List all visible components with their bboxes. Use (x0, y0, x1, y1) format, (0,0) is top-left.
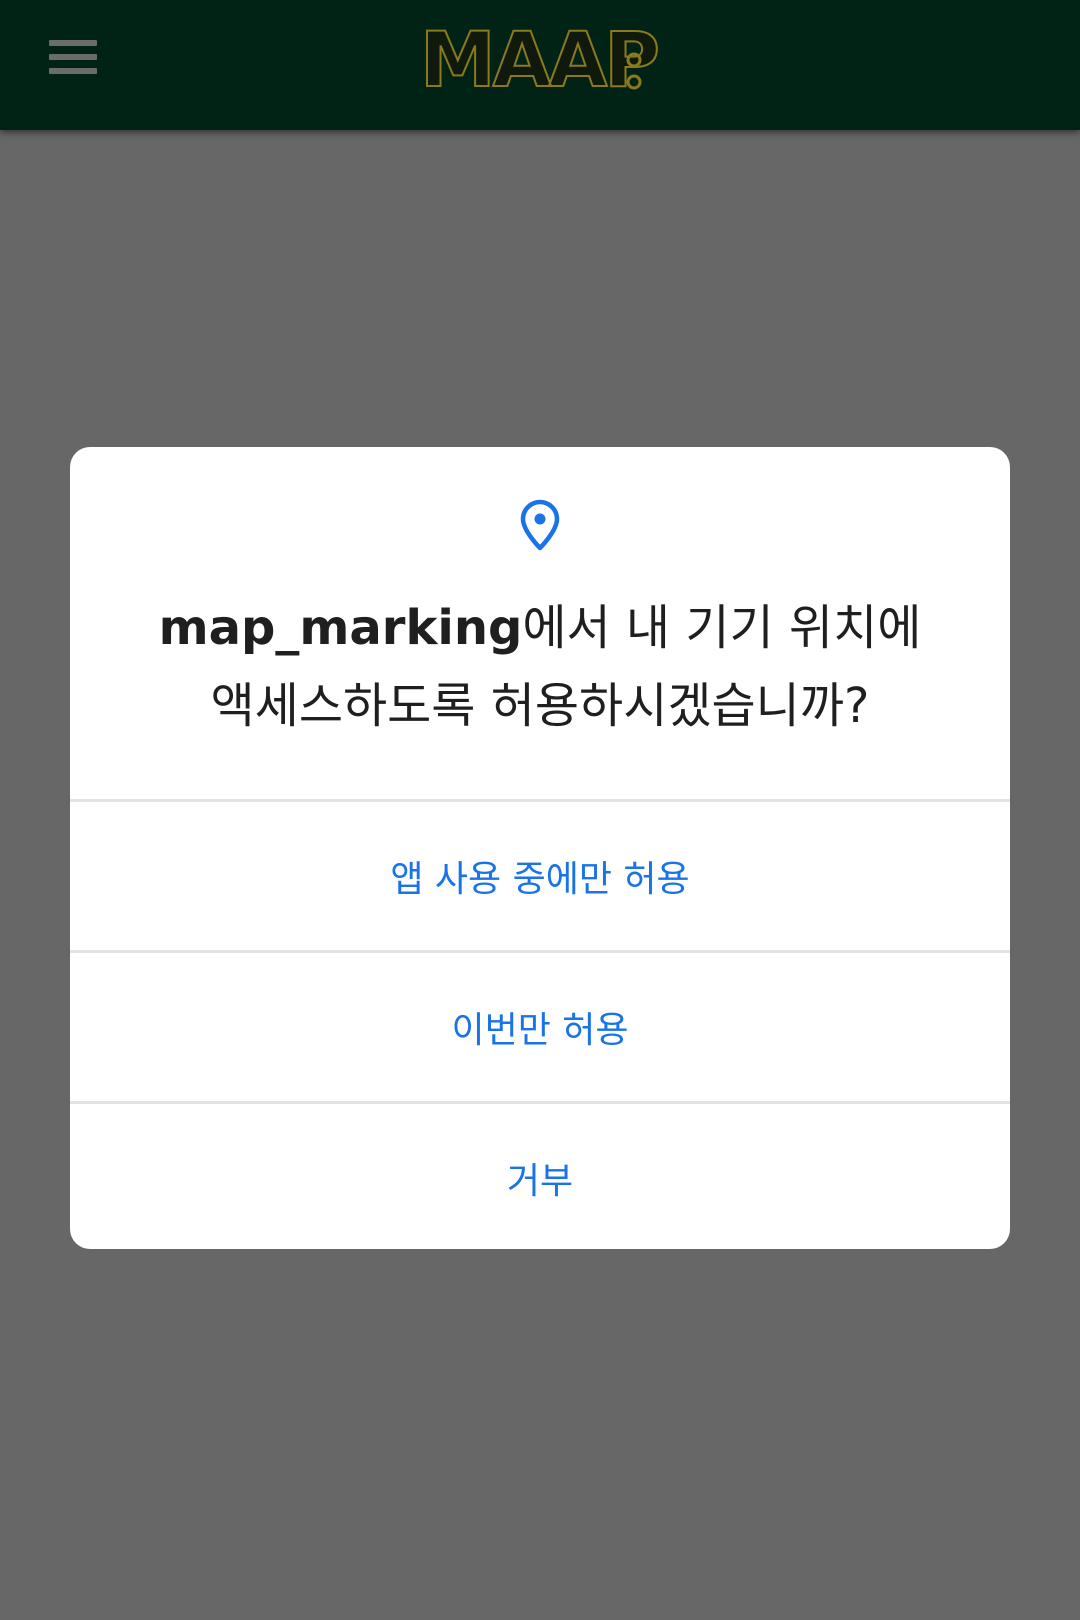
deny-button[interactable]: 거부 (70, 1101, 1010, 1249)
allow-while-using-app-button[interactable]: 앱 사용 중에만 허용 (70, 799, 1010, 950)
menu-line (49, 68, 97, 74)
menu-line (49, 40, 97, 46)
location-pin-icon (520, 499, 560, 551)
dialog-header: map_marking에서 내 기기 위치에 액세스하도록 허용하시겠습니까? (70, 447, 1010, 799)
message-line1: 에서 내 기기 위치에 (522, 600, 922, 656)
logo-text: MAAP (420, 20, 657, 100)
app-logo: MAAP (419, 20, 660, 100)
allow-only-this-time-button[interactable]: 이번만 허용 (70, 950, 1010, 1101)
location-permission-dialog: map_marking에서 내 기기 위치에 액세스하도록 허용하시겠습니까? … (70, 447, 1010, 1249)
app-bar: MAAP (0, 0, 1080, 130)
hamburger-menu-icon[interactable] (40, 30, 106, 84)
menu-line (49, 54, 97, 60)
message-line2: 액세스하도록 허용하시겠습니까? (210, 678, 870, 734)
app-name: map_marking (158, 600, 523, 656)
permission-message: map_marking에서 내 기기 위치에 액세스하도록 허용하시겠습니까? (110, 589, 970, 745)
